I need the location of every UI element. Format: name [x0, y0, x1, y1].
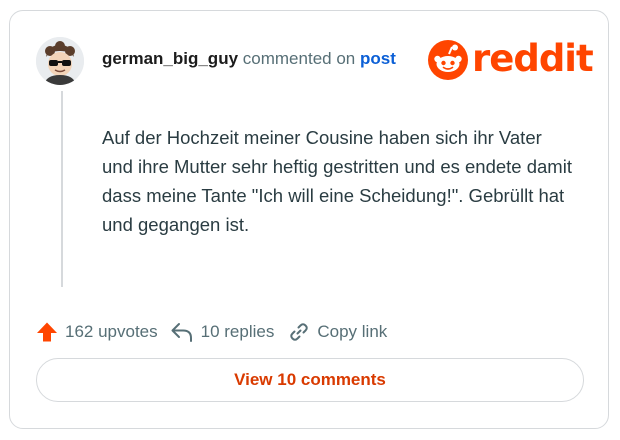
- reply-count: 10 replies: [200, 322, 275, 341]
- action-bar: 162 upvotes 10 replies Copy link: [36, 321, 387, 343]
- link-chain-icon: [290, 323, 309, 341]
- view-comments-button[interactable]: View 10 comments: [36, 358, 584, 402]
- replies-action[interactable]: 10 replies: [170, 321, 275, 343]
- username-link[interactable]: german_big_guy: [102, 49, 238, 68]
- copy-link-label: Copy link: [317, 322, 388, 341]
- copy-link-button[interactable]: Copy link: [288, 321, 387, 343]
- comment-card: german_big_guy commented on post reddit …: [9, 10, 609, 429]
- post-link[interactable]: post: [360, 49, 396, 68]
- avatar[interactable]: [36, 37, 84, 85]
- comment-header: german_big_guy commented on post: [102, 49, 396, 69]
- upvote-arrow-icon[interactable]: [36, 321, 58, 343]
- reddit-snoo-icon: [428, 40, 468, 80]
- action-text: commented on: [242, 49, 356, 68]
- avatar-image: [36, 37, 84, 85]
- reddit-logo[interactable]: reddit: [428, 36, 594, 80]
- view-comments-label: View 10 comments: [234, 370, 386, 389]
- upvote-count: 162 upvotes: [65, 322, 158, 341]
- reddit-wordmark: reddit: [472, 36, 594, 80]
- reply-arrow-icon: [171, 323, 192, 342]
- thread-line: [61, 91, 63, 287]
- upvote-action[interactable]: 162 upvotes: [36, 321, 158, 343]
- comment-body: Auf der Hochzeit meiner Cousine haben si…: [102, 127, 572, 235]
